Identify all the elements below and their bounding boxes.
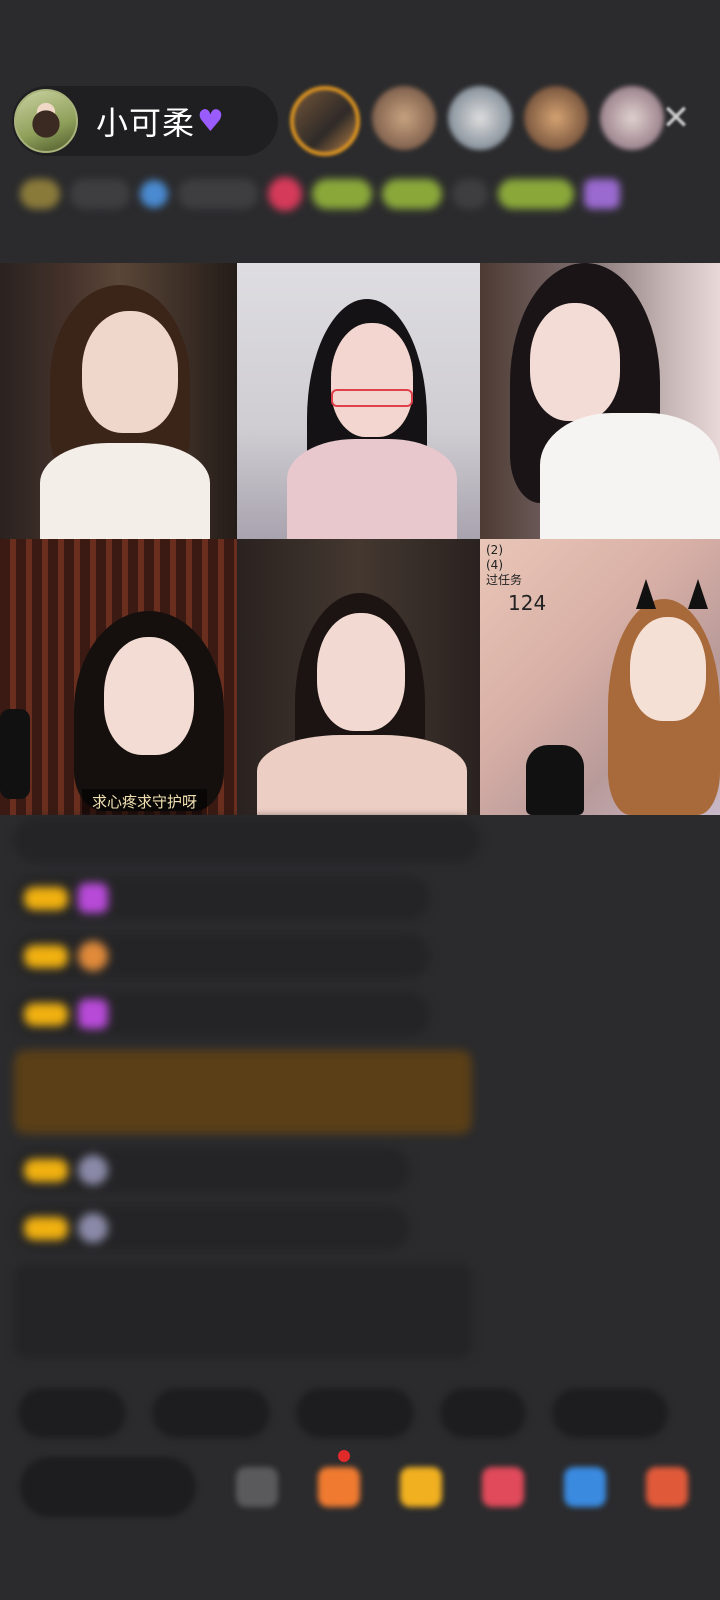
fan-badge-icon: [78, 941, 109, 971]
bottom-toolbar[interactable]: [20, 1456, 710, 1518]
viewer-avatars[interactable]: [290, 86, 664, 156]
quick-chip[interactable]: [152, 1388, 270, 1438]
video-tile[interactable]: [0, 263, 237, 539]
viewer-avatar[interactable]: [290, 86, 360, 156]
tile-caption: 求心疼求守护呀: [82, 789, 208, 815]
ball-icon: [140, 180, 168, 208]
user-avatar: [78, 1155, 109, 1185]
red-packet-icon[interactable]: [482, 1467, 524, 1507]
tag[interactable]: [382, 179, 442, 209]
tag[interactable]: [312, 179, 372, 209]
chat-message: [14, 876, 430, 920]
close-icon[interactable]: ✕: [658, 100, 694, 136]
game-icon[interactable]: [564, 1467, 606, 1507]
purple-heart-icon: ♥: [197, 103, 224, 139]
chat-message: [14, 818, 480, 862]
chat-message: [14, 992, 430, 1036]
video-tile[interactable]: [237, 263, 480, 539]
chat-message: [14, 1148, 410, 1192]
task-counter: (2) (4) 过任务: [486, 543, 523, 587]
video-tile[interactable]: (2) (4) 过任务 124: [480, 539, 720, 815]
viewer-avatar[interactable]: [524, 86, 588, 150]
rank-text: [70, 179, 130, 209]
host-name: 小可柔: [96, 104, 196, 142]
user-avatar: [78, 1213, 109, 1243]
gem-icon: [78, 999, 109, 1029]
quick-chip[interactable]: [296, 1388, 414, 1438]
level-badge: [24, 886, 69, 910]
viewer-avatar[interactable]: [448, 86, 512, 150]
host-avatar[interactable]: [14, 89, 78, 153]
rank-badge: [20, 179, 60, 209]
rank-text: [178, 179, 258, 209]
tag[interactable]: [498, 179, 574, 209]
chat-message: [14, 1206, 410, 1250]
red-badge-icon[interactable]: [268, 177, 302, 211]
gift-icon[interactable]: [584, 179, 620, 209]
tag[interactable]: [452, 179, 488, 209]
chat-input[interactable]: [20, 1457, 196, 1517]
gem-icon: [78, 883, 109, 913]
quick-reply-row[interactable]: [18, 1388, 668, 1438]
level-badge: [24, 1158, 69, 1182]
level-badge: [24, 944, 69, 968]
chat-message: [14, 934, 430, 978]
host-profile-pill[interactable]: 小可柔 ♥: [12, 86, 278, 156]
viewer-avatar[interactable]: [372, 86, 436, 150]
viewer-avatar[interactable]: [600, 86, 664, 150]
system-notice: [14, 1264, 472, 1358]
level-badge: [24, 1216, 69, 1240]
video-tile[interactable]: [480, 263, 720, 539]
treasure-icon[interactable]: [400, 1467, 442, 1507]
chat-list[interactable]: [14, 818, 484, 1372]
quick-chip[interactable]: [552, 1388, 668, 1438]
quick-chip[interactable]: [440, 1388, 526, 1438]
video-grid: 求心疼求守护呀 (2) (4) 过任务 124: [0, 263, 720, 815]
level-badge: [24, 1002, 69, 1026]
video-tile[interactable]: 求心疼求守护呀: [0, 539, 237, 815]
task-count: 124: [508, 591, 547, 615]
gift-icon[interactable]: [646, 1467, 688, 1507]
quick-chip[interactable]: [18, 1388, 126, 1438]
gift-box-icon[interactable]: [318, 1467, 360, 1507]
ranking-bar[interactable]: [20, 172, 690, 216]
more-icon[interactable]: [236, 1467, 278, 1507]
chat-message-highlight: [14, 1050, 472, 1134]
video-tile[interactable]: [237, 539, 480, 815]
